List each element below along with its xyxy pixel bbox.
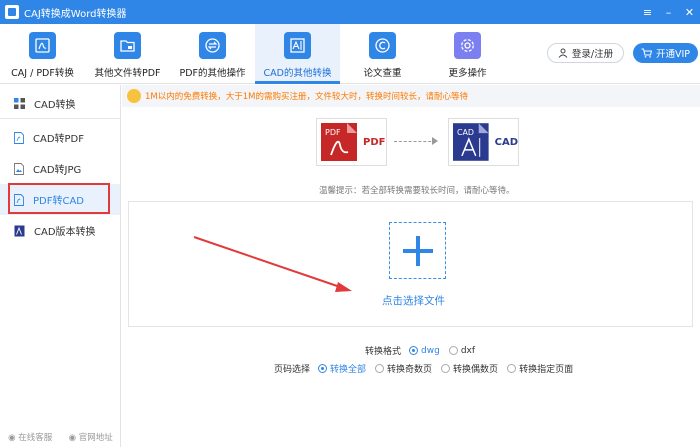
format-radio-dwg[interactable]: dwg: [409, 346, 440, 356]
vip-label: 开通VIP: [655, 49, 691, 60]
page-radio-odd[interactable]: 转换奇数页: [375, 362, 432, 375]
login-button[interactable]: 登录/注册: [547, 43, 624, 63]
window-controls: ≡ – ✕: [637, 0, 700, 24]
pdf-file-icon: [14, 131, 24, 144]
target-format-label: CAD: [494, 136, 518, 148]
folder-icon: [114, 32, 141, 59]
page-radio-even[interactable]: 转换偶数页: [441, 362, 498, 375]
website-link[interactable]: ◉ 官网地址: [69, 431, 113, 443]
c-circle-icon: [369, 32, 396, 59]
tool-label: 论文查重: [363, 68, 402, 79]
source-format-card: PDF PDF: [316, 118, 387, 166]
tool-label: CAJ / PDF转换: [11, 68, 74, 79]
sidebar-item-cad-convert[interactable]: CAD转换: [0, 88, 120, 119]
tip-text: 温馨提示：若全部转换需要较长时间，请耐心等待。: [319, 186, 515, 196]
select-file-link[interactable]: 点击选择文件: [382, 293, 445, 308]
radio-dot: [441, 364, 451, 373]
tool-label: PDF的其他操作: [179, 68, 246, 79]
close-icon[interactable]: ✕: [679, 0, 700, 24]
tool-label: 其他文件转PDF: [94, 68, 161, 79]
grid-icon: [14, 98, 25, 109]
tool-thesis-check[interactable]: 论文查重: [340, 24, 425, 84]
page-options: 页码选择 转换全部 转换奇数页 转换偶数页 转换指定页面: [274, 362, 582, 375]
notice-bar: 1M以内的免费转换，大于1M的需购买注册，文件较大时，转换时间较长，请耐心等待: [122, 85, 700, 107]
page-radio-all[interactable]: 转换全部: [318, 362, 366, 375]
annotation-highlight-box: [8, 183, 110, 214]
gear-icon: [454, 32, 481, 59]
online-service-link[interactable]: ◉ 在线客服: [8, 431, 52, 443]
page-radio-specific[interactable]: 转换指定页面: [507, 362, 573, 375]
vip-button[interactable]: 开通VIP: [633, 43, 698, 63]
notice-text: 1M以内的免费转换，大于1M的需购买注册，文件较大时，转换时间较长，请耐心等待: [145, 92, 468, 102]
add-file-button[interactable]: [389, 222, 446, 279]
app-logo-icon: [5, 5, 19, 19]
user-icon: [558, 48, 568, 58]
image-file-icon: [14, 162, 24, 175]
sidebar-footer: ◉ 在线客服 ◉ 官网地址: [0, 431, 121, 443]
radio-dot: [375, 364, 385, 373]
cad-board-icon: [284, 32, 311, 59]
login-label: 登录/注册: [571, 49, 614, 60]
conversion-arrow: [394, 141, 436, 142]
tool-other-to-pdf[interactable]: 其他文件转PDF: [85, 24, 170, 84]
sidebar-item-cad-to-jpg[interactable]: CAD转JPG: [0, 153, 120, 184]
pdf-badge-text: PDF: [325, 128, 341, 137]
sidebar-item-label: CAD版本转换: [34, 227, 96, 238]
cad-file-icon: [14, 225, 25, 237]
source-format-label: PDF: [363, 136, 386, 148]
title-bar: CAJ转换成Word转换器 ≡ – ✕: [0, 0, 700, 24]
sidebar-item-label: CAD转换: [34, 100, 76, 111]
format-label: 转换格式: [365, 347, 402, 357]
cad-badge-text: CAD: [457, 128, 474, 137]
page-label: 页码选择: [274, 365, 311, 375]
sidebar-item-cad-version[interactable]: CAD版本转换: [0, 215, 120, 246]
cad-badge-icon: CAD: [453, 123, 489, 161]
divider: [0, 118, 120, 119]
cart-icon: [641, 48, 652, 58]
arrow-head-icon: [432, 137, 438, 145]
tool-cad-other[interactable]: CAD的其他转换: [255, 24, 340, 84]
menu-icon[interactable]: ≡: [637, 0, 658, 24]
sidebar-item-cad-to-pdf[interactable]: CAD转PDF: [0, 122, 120, 153]
format-options: 转换格式 dwg dxf: [365, 344, 484, 358]
pdf-doc-icon: [29, 32, 56, 59]
tool-more[interactable]: 更多操作: [425, 24, 510, 84]
minimize-icon[interactable]: –: [658, 0, 679, 24]
tool-label: 更多操作: [448, 68, 487, 79]
tool-caj-pdf[interactable]: CAJ / PDF转换: [0, 24, 85, 84]
target-format-card: CAD CAD: [448, 118, 519, 166]
sidebar-item-label: CAD转JPG: [33, 165, 82, 176]
tool-pdf-other[interactable]: PDF的其他操作: [170, 24, 255, 84]
sidebar: CAD转换 CAD转PDF CAD转JPG PDF转CAD CAD版本转换 ◉ …: [0, 85, 121, 447]
radio-dot: [318, 364, 328, 373]
pdf-badge-icon: PDF: [321, 123, 357, 161]
radio-dot: [409, 346, 419, 355]
plus-icon: [402, 235, 433, 266]
swap-icon: [199, 32, 226, 59]
radio-dot: [448, 346, 458, 355]
app-title: CAJ转换成Word转换器: [24, 8, 127, 20]
mascot-icon: [127, 89, 141, 103]
format-radio-dxf[interactable]: dxf: [448, 346, 475, 356]
sidebar-item-label: CAD转PDF: [33, 134, 85, 145]
tool-label: CAD的其他转换: [263, 68, 332, 79]
radio-dot: [507, 364, 517, 373]
